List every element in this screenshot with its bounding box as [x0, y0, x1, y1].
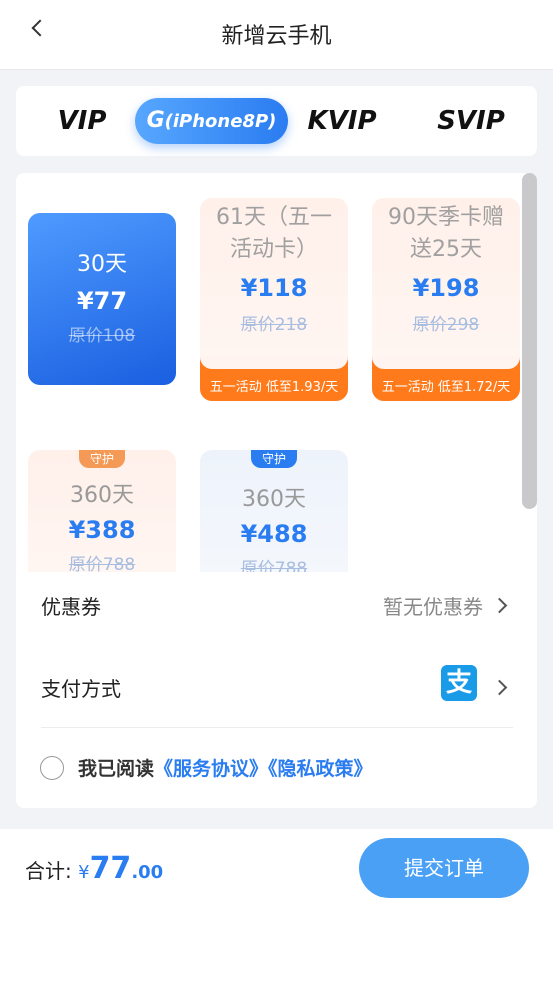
package-name: 61天（五一活动卡） — [216, 205, 332, 262]
package-name: 30天 — [77, 252, 127, 277]
total-decimal: .00 — [131, 862, 164, 883]
package-price: ¥198 — [412, 274, 480, 302]
order-total: 合计: ¥77.00 — [25, 851, 163, 886]
promo-text: 五一活动 低至1.93/天 — [209, 380, 339, 395]
package-name: 360天 — [70, 483, 134, 508]
agreement-radio[interactable] — [40, 756, 64, 780]
tab-g-iphone8p[interactable]: G(iPhone8P) — [135, 98, 288, 144]
agreement-text: 我已阅读《服务协议》《隐私政策》 — [78, 754, 373, 781]
package-price: ¥77 — [76, 287, 128, 315]
coupon-row[interactable]: 优惠券 暂无优惠券 — [41, 591, 513, 621]
total-amount: 77 — [89, 851, 132, 886]
package-card[interactable]: 61天（五一活动卡） ¥118 原价218 五一活动 低至1.93/天 — [200, 198, 348, 401]
submit-order-button[interactable]: 提交订单 — [359, 838, 529, 898]
footer-bar: 合计: ¥77.00 提交订单 — [0, 829, 553, 983]
plan-tabs: VIP G(iPhone8P) KVIP SVIP — [16, 86, 537, 156]
total-currency: ¥ — [78, 862, 90, 883]
package-name: 90天季卡赠送25天 — [388, 205, 504, 262]
guard-badge: 守护 — [251, 450, 297, 468]
chevron-right-icon — [491, 597, 508, 614]
tab-vip[interactable]: VIP — [40, 98, 124, 144]
tab-svip[interactable]: SVIP — [429, 98, 513, 144]
scrollbar[interactable] — [522, 173, 537, 509]
agreement-prefix: 我已阅读 — [78, 758, 155, 780]
page-title: 新增云手机 — [221, 24, 332, 49]
alipay-icon: 支 — [441, 665, 477, 701]
promo-strip: 五一活动 低至1.93/天 — [200, 355, 348, 401]
package-original-price: 原价108 — [68, 326, 136, 346]
header-bar: 新增云手机 — [0, 0, 553, 70]
package-price: ¥388 — [68, 516, 136, 544]
package-original-price: 原价788 — [240, 559, 308, 572]
package-price: ¥118 — [240, 274, 308, 302]
divider — [41, 727, 513, 728]
coupon-value: 暂无优惠券 — [383, 595, 483, 619]
package-card[interactable]: 守护 360天 ¥488 原价788 — [200, 450, 348, 572]
promo-strip-curve — [372, 355, 520, 369]
package-card[interactable]: 30天 ¥77 原价108 — [28, 213, 176, 385]
promo-text: 五一活动 低至1.72/天 — [381, 380, 511, 395]
package-price: ¥488 — [240, 520, 308, 548]
package-grid[interactable]: 30天 ¥77 原价108 61天（五一活动卡） ¥118 原价218 五一活动… — [16, 173, 537, 572]
promo-strip-curve — [200, 355, 348, 369]
package-original-price: 原价298 — [412, 315, 480, 335]
package-original-price: 原价218 — [240, 315, 308, 335]
chevron-right-icon — [491, 679, 508, 696]
privacy-policy-link[interactable]: 《隐私政策》 — [268, 758, 373, 780]
tab-kvip[interactable]: KVIP — [300, 98, 384, 144]
package-card[interactable]: 90天季卡赠送25天 ¥198 原价298 五一活动 低至1.72/天 — [372, 198, 520, 401]
service-agreement-link[interactable]: 《服务协议》 — [154, 758, 268, 780]
tab-g-sub-label: (iPhone8P) — [164, 111, 277, 132]
package-card[interactable]: 守护 360天 ¥388 原价788 — [28, 450, 176, 572]
package-panel: 30天 ¥77 原价108 61天（五一活动卡） ¥118 原价218 五一活动… — [16, 173, 537, 808]
package-name: 360天 — [242, 487, 306, 512]
total-label: 合计: — [25, 859, 72, 883]
guard-badge: 守护 — [79, 450, 125, 468]
package-original-price: 原价788 — [68, 555, 136, 572]
promo-strip: 五一活动 低至1.72/天 — [372, 355, 520, 401]
tab-g-label: G — [146, 108, 165, 133]
coupon-label: 优惠券 — [41, 595, 101, 619]
payment-label: 支付方式 — [41, 677, 121, 701]
